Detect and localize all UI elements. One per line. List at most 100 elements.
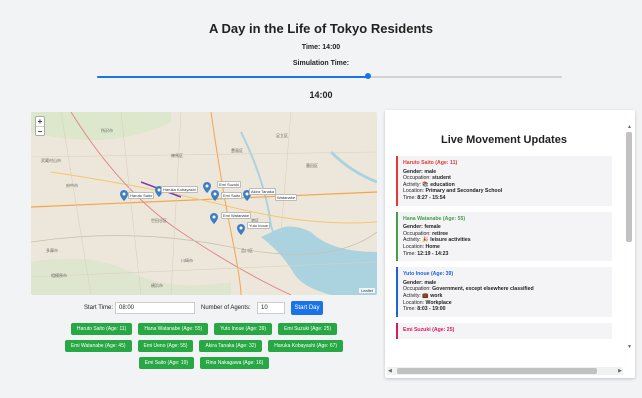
gender-value: male: [424, 279, 437, 286]
agent-button[interactable]: Yuto Inoue (Age: 39): [214, 323, 273, 335]
zoom-in-button[interactable]: +: [36, 117, 44, 126]
map-marker-label: Akira Tanaka: [249, 188, 277, 195]
field-label: Time:: [403, 306, 416, 313]
time-slider[interactable]: [97, 73, 562, 80]
map-tiles: 武蔵村山市 多摩市 新宿区 豊島区 川崎市 練馬区 墨田区 足立区 港区 品川区…: [31, 112, 377, 295]
field-label: Gender:: [403, 168, 423, 175]
start-time-input[interactable]: 08:00: [115, 302, 195, 314]
agent-button[interactable]: Haruka Kobayashi (Age: 67): [268, 340, 344, 352]
location-line: Location: Primary and Secondary School: [403, 188, 607, 195]
svg-text:足立区: 足立区: [276, 132, 288, 138]
svg-text:横浜市: 横浜市: [151, 282, 163, 288]
occupation-value: retiree: [432, 230, 449, 237]
field-label: Occupation:: [403, 230, 431, 237]
simulation-controls: Start Time: 08:00 Number of Agents: 10 S…: [31, 301, 377, 315]
update-card: Hana Watanabe (Age: 55) Gender: female O…: [396, 211, 612, 262]
map-attribution[interactable]: Leaflet: [358, 288, 375, 293]
zoom-out-button[interactable]: −: [36, 126, 44, 136]
field-label: Activity:: [403, 181, 421, 188]
time-line: Time: 12:19 - 14:23: [403, 251, 607, 258]
map-marker-icon[interactable]: [120, 188, 128, 201]
field-label: Activity:: [403, 292, 421, 299]
simulation-time-label: Simulation Time:: [292, 60, 350, 67]
scrollbar-thumb[interactable]: [397, 368, 597, 374]
map-marker-label: Emi Suzuki: [217, 181, 242, 188]
scroll-right-icon[interactable]: ▶: [618, 368, 622, 374]
svg-text:所沢市: 所沢市: [101, 127, 113, 133]
svg-text:川崎市: 川崎市: [181, 257, 193, 263]
agent-name: Yuto Inoue (Age: 39): [403, 271, 454, 278]
page-title: A Day in the Life of Tokyo Residents: [209, 21, 433, 36]
updates-list[interactable]: Haruto Saito (Age: 11) Gender: male Occu…: [396, 156, 612, 362]
agent-button[interactable]: Emi Watanabe (Age: 45): [64, 340, 132, 352]
field-label: Location:: [403, 188, 425, 195]
map-marker-icon[interactable]: [210, 211, 218, 224]
time-line: Time: 8:27 - 15:54: [403, 195, 607, 202]
svg-text:府中市: 府中市: [66, 182, 78, 188]
svg-text:世田谷区: 世田谷区: [151, 217, 167, 223]
agent-name: Emi Suzuki (Age: 25): [403, 326, 455, 333]
map-marker-icon[interactable]: [203, 180, 211, 193]
activity-line: Activity: 💼 work: [403, 293, 607, 300]
agent-button[interactable]: Rina Nakagawa (Age: 16): [200, 357, 270, 369]
clock-display: 14:00: [309, 90, 333, 100]
briefcase-icon: 💼: [422, 292, 429, 299]
agent-button[interactable]: Emi Ueno (Age: 55): [137, 340, 194, 352]
leaflet-attribution-link[interactable]: Leaflet: [361, 288, 373, 293]
agents-count-label: Number of Agents:: [201, 305, 251, 311]
time-label: Time: 14:00: [301, 44, 341, 51]
vertical-scrollbar[interactable]: ▲ ▼: [626, 124, 632, 350]
scroll-left-icon[interactable]: ◀: [388, 368, 392, 374]
svg-text:豊島区: 豊島区: [231, 147, 243, 153]
field-label: Location:: [403, 243, 425, 250]
location-value: Workplace: [425, 299, 452, 306]
activity-line: Activity: 📚 education: [403, 182, 607, 189]
gender-value: female: [424, 224, 441, 231]
update-card: Emi Suzuki (Age: 25): [396, 322, 612, 340]
scroll-down-icon[interactable]: ▼: [627, 344, 632, 350]
zoom-control: + −: [35, 116, 45, 136]
map-marker-label: Watanabe: [275, 194, 298, 201]
update-card: Haruto Saito (Age: 11) Gender: male Occu…: [396, 156, 612, 206]
map-marker-icon[interactable]: [237, 222, 245, 235]
agent-button[interactable]: Hana Watanabe (Age: 55): [138, 323, 209, 335]
agent-button[interactable]: Emi Saito (Age: 19): [138, 357, 195, 369]
svg-text:品川区: 品川区: [241, 248, 253, 253]
slider-fill: [97, 76, 369, 78]
activity-line: Activity: 🎉 leisure activities: [403, 237, 607, 244]
field-label: Gender:: [403, 279, 423, 286]
time-value: 8:03 - 19:00: [417, 306, 446, 313]
agent-button-row: Emi Watanabe (Age: 45) Emi Ueno (Age: 55…: [31, 340, 377, 352]
agents-count-input[interactable]: 10: [257, 302, 285, 314]
gender-line: Gender: male: [403, 280, 607, 287]
occupation-value: Government, except elsewhere classified: [432, 286, 534, 293]
map[interactable]: 武蔵村山市 多摩市 新宿区 豊島区 川崎市 練馬区 墨田区 足立区 港区 品川区…: [31, 112, 377, 295]
field-label: Time:: [403, 250, 416, 257]
scrollbar-thumb[interactable]: [626, 132, 632, 242]
field-label: Gender:: [403, 224, 423, 231]
agent-button[interactable]: Akira Tanaka (Age: 32): [199, 340, 263, 352]
gender-line: Gender: male: [403, 169, 607, 176]
map-marker-icon[interactable]: [211, 188, 219, 201]
svg-text:相模原市: 相模原市: [51, 272, 67, 278]
agent-button-row: Haruto Saito (Age: 11) Hana Watanabe (Ag…: [31, 323, 377, 335]
agent-button[interactable]: Haruto Saito (Age: 11): [70, 323, 133, 335]
location-value: Primary and Secondary School: [425, 188, 503, 195]
agent-button[interactable]: Emi Suzuki (Age: 25): [278, 323, 338, 335]
svg-text:墨田区: 墨田区: [306, 163, 318, 168]
panel-title: Live Movement Updates: [441, 134, 567, 146]
agent-button-row: Emi Saito (Age: 19) Rina Nakagawa (Age: …: [31, 357, 377, 369]
scroll-up-icon[interactable]: ▲: [627, 124, 632, 130]
start-day-button[interactable]: Start Day: [291, 301, 323, 315]
activity-value: work: [430, 292, 443, 299]
time-line: Time: 8:03 - 19:00: [403, 306, 607, 313]
horizontal-scrollbar[interactable]: ◀ ▶: [387, 367, 623, 375]
time-value: 12:19 - 14:23: [417, 250, 449, 257]
map-marker-label: Haruto Saito: [128, 192, 155, 199]
update-card: Yuto Inoue (Age: 39) Gender: male Occupa…: [396, 267, 612, 317]
live-updates-panel[interactable]: Live Movement Updates Haruto Saito (Age:…: [385, 110, 635, 378]
gender-value: male: [424, 168, 437, 175]
field-label: Location:: [403, 299, 425, 306]
slider-thumb[interactable]: [365, 73, 372, 79]
agent-button-group: Haruto Saito (Age: 11) Hana Watanabe (Ag…: [31, 323, 377, 374]
